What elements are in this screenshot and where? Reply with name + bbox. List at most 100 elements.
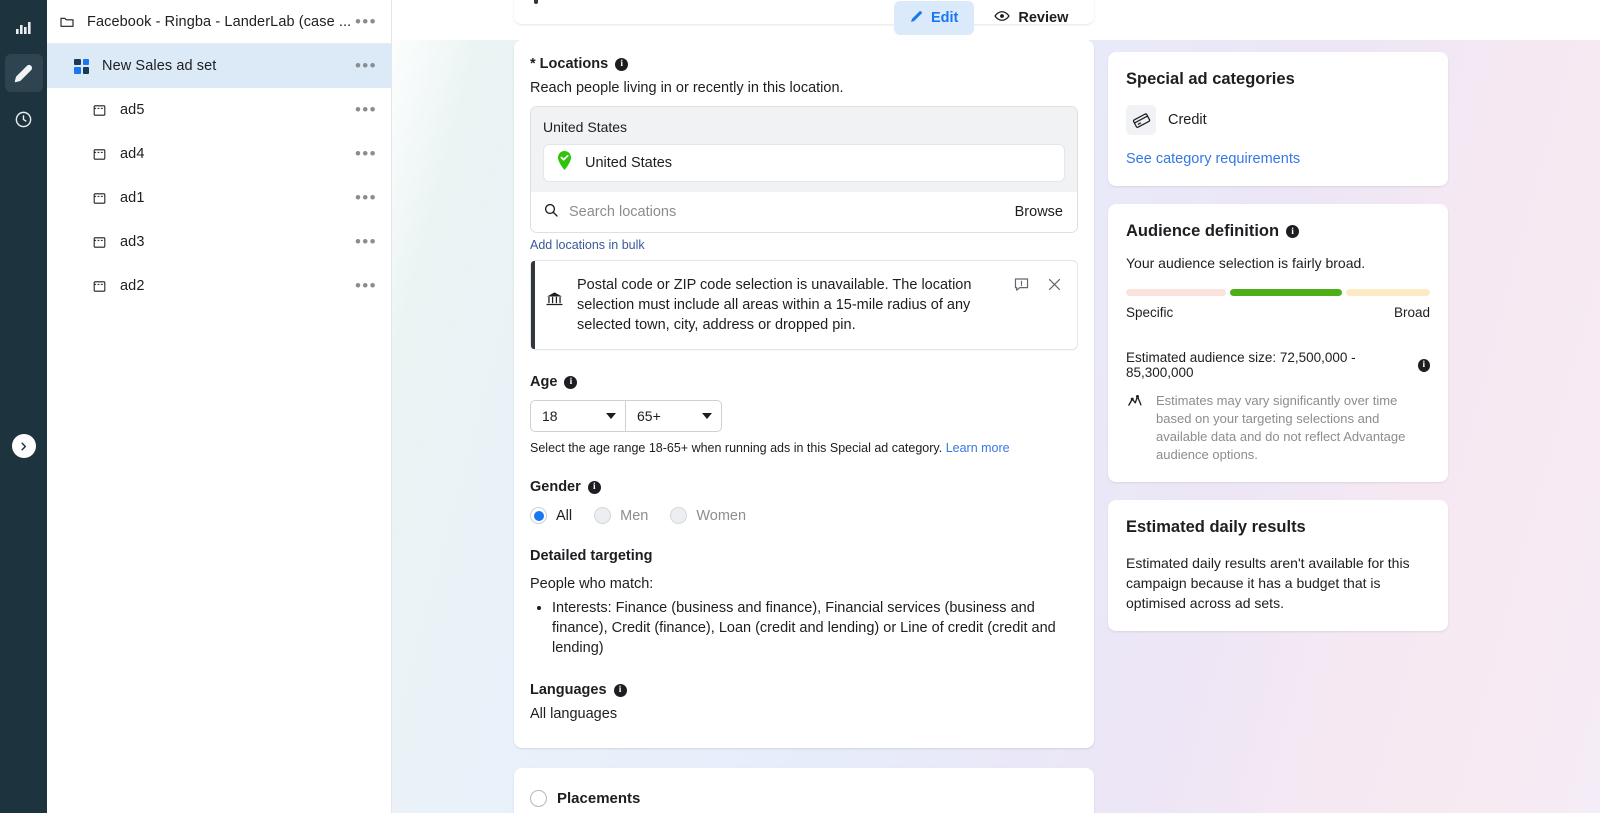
- location-chip-label: United States: [585, 155, 673, 171]
- estimated-daily-results-card: Estimated daily results Estimated daily …: [1108, 500, 1448, 631]
- ad-window-icon: [92, 235, 114, 250]
- left-icon-rail: [0, 0, 47, 813]
- age-learn-more-link[interactable]: Learn more: [946, 441, 1010, 455]
- feedback-icon[interactable]: [1013, 276, 1030, 298]
- location-chip-united-states[interactable]: United States: [543, 144, 1065, 182]
- pencil-icon: [910, 10, 923, 27]
- age-info-icon[interactable]: i: [564, 375, 578, 389]
- tree-item-ad[interactable]: ad1 •••: [47, 176, 391, 220]
- expand-rail-button[interactable]: [11, 434, 36, 458]
- languages-heading: Languages i: [530, 682, 1078, 698]
- tree-item-adset[interactable]: New Sales ad set •••: [47, 44, 391, 88]
- editor-canvas: Edit Review personal characteristics.: [392, 0, 1600, 813]
- special-ad-category-label: Credit: [1168, 112, 1207, 128]
- audience-definition-title: Audience definition: [1126, 222, 1280, 240]
- location-search-row[interactable]: Search locations Browse: [531, 192, 1077, 232]
- ad-more-menu[interactable]: •••: [355, 277, 377, 294]
- special-ad-categories-card: Special ad categories Credit See categor…: [1108, 52, 1448, 186]
- audience-disclaimer: Estimates may vary significantly over ti…: [1126, 392, 1430, 464]
- gender-option-men-label: Men: [620, 507, 649, 524]
- tree-item-ad[interactable]: ad5 •••: [47, 88, 391, 132]
- detailed-targeting-label: Detailed targeting: [530, 548, 653, 564]
- gender-heading: Gender i: [530, 479, 1078, 495]
- search-icon: [543, 202, 559, 223]
- gender-radio-group: All Men Women: [530, 507, 1078, 524]
- age-min-select[interactable]: 18: [530, 400, 626, 432]
- age-max-value: 65+: [637, 408, 661, 424]
- audience-breadth-meter: [1126, 289, 1430, 296]
- edit-icon-button[interactable]: [4, 54, 43, 92]
- campaign-more-menu[interactable]: •••: [355, 13, 377, 30]
- detailed-targeting-heading: Detailed targeting: [530, 548, 1078, 564]
- age-range-selects: 18 65+: [530, 400, 1078, 432]
- adset-form-column: personal characteristics. * Locations i …: [514, 0, 1094, 813]
- tab-review[interactable]: Review: [978, 1, 1084, 35]
- trend-chart-icon: [1126, 392, 1146, 464]
- gender-info-icon[interactable]: i: [587, 480, 601, 494]
- gender-label: Gender: [530, 479, 581, 495]
- campaign-tree-sidebar: Facebook - Ringba - LanderLab (case ... …: [47, 0, 392, 813]
- history-icon-button[interactable]: [5, 100, 43, 138]
- locations-selected-group: United States United States: [531, 107, 1077, 192]
- gender-option-all[interactable]: All: [530, 507, 572, 524]
- ad-more-menu[interactable]: •••: [355, 101, 377, 118]
- estimated-daily-results-body: Estimated daily results aren't available…: [1126, 555, 1410, 611]
- ad-more-menu[interactable]: •••: [355, 145, 377, 162]
- placements-card: Placements: [514, 768, 1094, 813]
- ad-window-icon: [92, 191, 114, 206]
- tree-item-ad[interactable]: ad2 •••: [47, 264, 391, 308]
- age-max-select[interactable]: 65+: [626, 400, 722, 432]
- estimated-audience-size: Estimated audience size: 72,500,000 - 85…: [1126, 350, 1430, 380]
- audience-definition-info-icon[interactable]: i: [1286, 225, 1300, 238]
- languages-value: All languages: [530, 706, 618, 722]
- tree-item-ad[interactable]: ad4 •••: [47, 132, 391, 176]
- add-locations-in-bulk-link[interactable]: Add locations in bulk: [530, 238, 645, 252]
- detailed-targeting-list: Interests: Finance (business and finance…: [552, 598, 1078, 658]
- history-clock-icon: [14, 110, 33, 129]
- search-locations-input[interactable]: Search locations: [569, 204, 1005, 220]
- placements-heading-row[interactable]: Placements: [530, 790, 1078, 807]
- tab-edit[interactable]: Edit: [894, 1, 975, 35]
- locations-section: * Locations i Reach people living in or …: [530, 40, 1078, 350]
- ad-window-icon: [92, 147, 114, 162]
- age-label: Age: [530, 374, 558, 390]
- analytics-icon-button[interactable]: [5, 8, 43, 46]
- adset-more-menu[interactable]: •••: [355, 57, 377, 74]
- insights-panel: Special ad categories Credit See categor…: [1108, 52, 1448, 631]
- languages-label: Languages: [530, 682, 607, 698]
- age-min-value: 18: [542, 408, 558, 424]
- gender-option-men[interactable]: Men: [594, 507, 648, 524]
- ad-more-menu[interactable]: •••: [355, 233, 377, 250]
- age-helper-label: Select the age range 18-65+ when running…: [530, 441, 943, 455]
- see-category-requirements-link[interactable]: See category requirements: [1126, 151, 1300, 167]
- chevron-right-icon: [21, 442, 27, 450]
- gender-option-women[interactable]: Women: [670, 507, 746, 524]
- detailed-targeting-section: Detailed targeting People who match: Int…: [530, 548, 1078, 658]
- languages-info-icon[interactable]: i: [613, 683, 627, 697]
- tree-item-ad-label: ad1: [120, 190, 145, 206]
- age-heading: Age i: [530, 374, 1078, 390]
- folder-icon: [59, 14, 81, 30]
- browse-locations-button[interactable]: Browse: [1015, 204, 1063, 220]
- tree-item-adset-label: New Sales ad set: [102, 58, 217, 74]
- locations-label: * Locations: [530, 56, 609, 72]
- audience-disclaimer-text: Estimates may vary significantly over ti…: [1156, 393, 1406, 462]
- credit-card-icon: [1126, 105, 1156, 135]
- age-helper-text: Select the age range 18-65+ when running…: [530, 441, 1078, 455]
- meter-segment-broad: [1346, 289, 1430, 296]
- locations-heading: * Locations i: [530, 56, 1078, 72]
- tree-item-campaign[interactable]: Facebook - Ringba - LanderLab (case ... …: [47, 0, 391, 44]
- bank-institution-icon: [545, 289, 564, 313]
- tree-item-ad[interactable]: ad3 •••: [47, 220, 391, 264]
- estimated-audience-info-icon[interactable]: i: [1417, 358, 1430, 372]
- tree-item-campaign-label: Facebook - Ringba - LanderLab (case ...: [87, 14, 352, 30]
- ad-more-menu[interactable]: •••: [355, 189, 377, 206]
- locations-subtitle: Reach people living in or recently in th…: [530, 80, 844, 96]
- tree-item-ad-label: ad5: [120, 102, 145, 118]
- locations-info-icon[interactable]: i: [615, 57, 629, 71]
- tab-edit-label: Edit: [931, 10, 959, 26]
- age-section: Age i 18 65+ Select the age range 18-65+…: [530, 374, 1078, 455]
- tree-item-ad-label: ad2: [120, 278, 145, 294]
- gender-option-women-label: Women: [696, 507, 747, 524]
- close-icon[interactable]: [1046, 276, 1063, 298]
